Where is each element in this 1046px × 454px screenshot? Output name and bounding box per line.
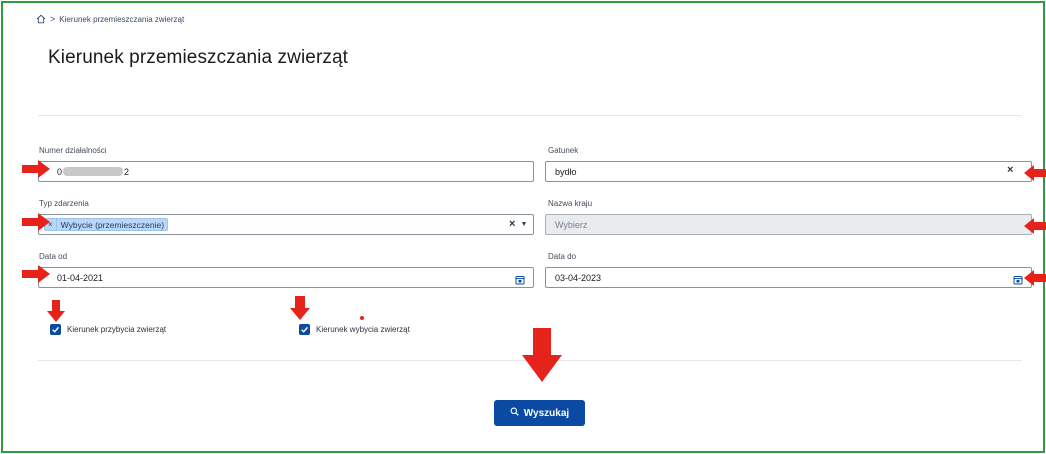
annotation-arrow-down-icon (290, 296, 310, 320)
checkbox-przybycie[interactable]: Kierunek przybycia zwierząt (50, 324, 166, 335)
masked-value (63, 167, 124, 176)
gatunek-select[interactable]: bydło (545, 161, 1032, 182)
annotation-arrow-down-icon (522, 328, 562, 382)
data-od-value: 01-04-2021 (57, 272, 104, 283)
nazwa-kraju-placeholder: Wybierz (555, 219, 588, 230)
calendar-icon[interactable] (1013, 272, 1023, 290)
typ-zdarzenia-clear-icon[interactable]: × (509, 218, 515, 230)
search-icon (510, 407, 519, 419)
annotation-arrow-down-icon (47, 300, 65, 322)
checkbox-przybycie-label: Kierunek przybycia zwierząt (67, 325, 167, 334)
data-do-value: 03-04-2023 (555, 272, 602, 283)
chip-label: Wybycie (przemieszczenie) (60, 219, 165, 230)
checkbox-wybycie-label: Kierunek wybycia zwierząt (316, 325, 410, 334)
annotation-arrow-left-icon (1024, 218, 1046, 234)
breadcrumb-separator: > (50, 14, 56, 24)
data-od-label: Data od (39, 252, 68, 261)
annotation-dot (360, 316, 364, 320)
checkbox-checked-icon[interactable] (50, 324, 61, 335)
typ-zdarzenia-label: Typ zdarzenia (39, 199, 89, 208)
annotation-arrow-left-icon (1024, 165, 1046, 181)
typ-zdarzenia-select[interactable]: × Wybycie (przemieszczenie) (38, 214, 534, 235)
nazwa-kraju-select[interactable]: Wybierz (545, 214, 1032, 235)
gatunek-controls: × (1007, 164, 1013, 176)
data-od-input[interactable]: 01-04-2021 (38, 267, 534, 288)
breadcrumb-current: Kierunek przemieszczania zwierząt (59, 14, 185, 24)
gatunek-clear-icon[interactable]: × (1007, 164, 1013, 176)
data-do-input[interactable]: 03-04-2023 (545, 267, 1032, 288)
numer-dzialalnosci-value-suffix: 2 (124, 166, 130, 177)
nazwa-kraju-label: Nazwa kraju (548, 199, 593, 208)
data-do-label: Data do (548, 252, 577, 261)
checkbox-checked-icon[interactable] (299, 324, 310, 335)
home-icon[interactable] (36, 14, 46, 24)
annotation-arrow-right-icon (22, 213, 50, 231)
annotation-arrow-left-icon (1024, 270, 1046, 286)
numer-dzialalnosci-input[interactable]: 0 2 (38, 161, 534, 182)
numer-dzialalnosci-label: Numer działalności (39, 146, 107, 155)
search-button-label: Wyszukaj (523, 407, 570, 419)
gatunek-label: Gatunek (548, 146, 579, 155)
annotation-arrow-right-icon (22, 160, 50, 178)
annotation-arrow-right-icon (22, 265, 50, 283)
calendar-icon[interactable] (515, 272, 525, 290)
page-title: Kierunek przemieszczania zwierząt (48, 47, 349, 68)
checkbox-wybycie[interactable]: Kierunek wybycia zwierząt (299, 324, 410, 335)
breadcrumb: > Kierunek przemieszczania zwierząt (36, 13, 184, 25)
typ-zdarzenia-controls: × ▼ (509, 218, 527, 230)
gatunek-value: bydło (555, 166, 577, 177)
chevron-down-icon[interactable]: ▼ (520, 221, 527, 228)
search-button[interactable]: Wyszukaj (494, 400, 585, 426)
typ-zdarzenia-chip: × Wybycie (przemieszczenie) (44, 218, 169, 231)
header-divider (38, 115, 1022, 116)
numer-dzialalnosci-value-prefix: 0 (57, 166, 63, 177)
chip-separator (55, 219, 57, 230)
